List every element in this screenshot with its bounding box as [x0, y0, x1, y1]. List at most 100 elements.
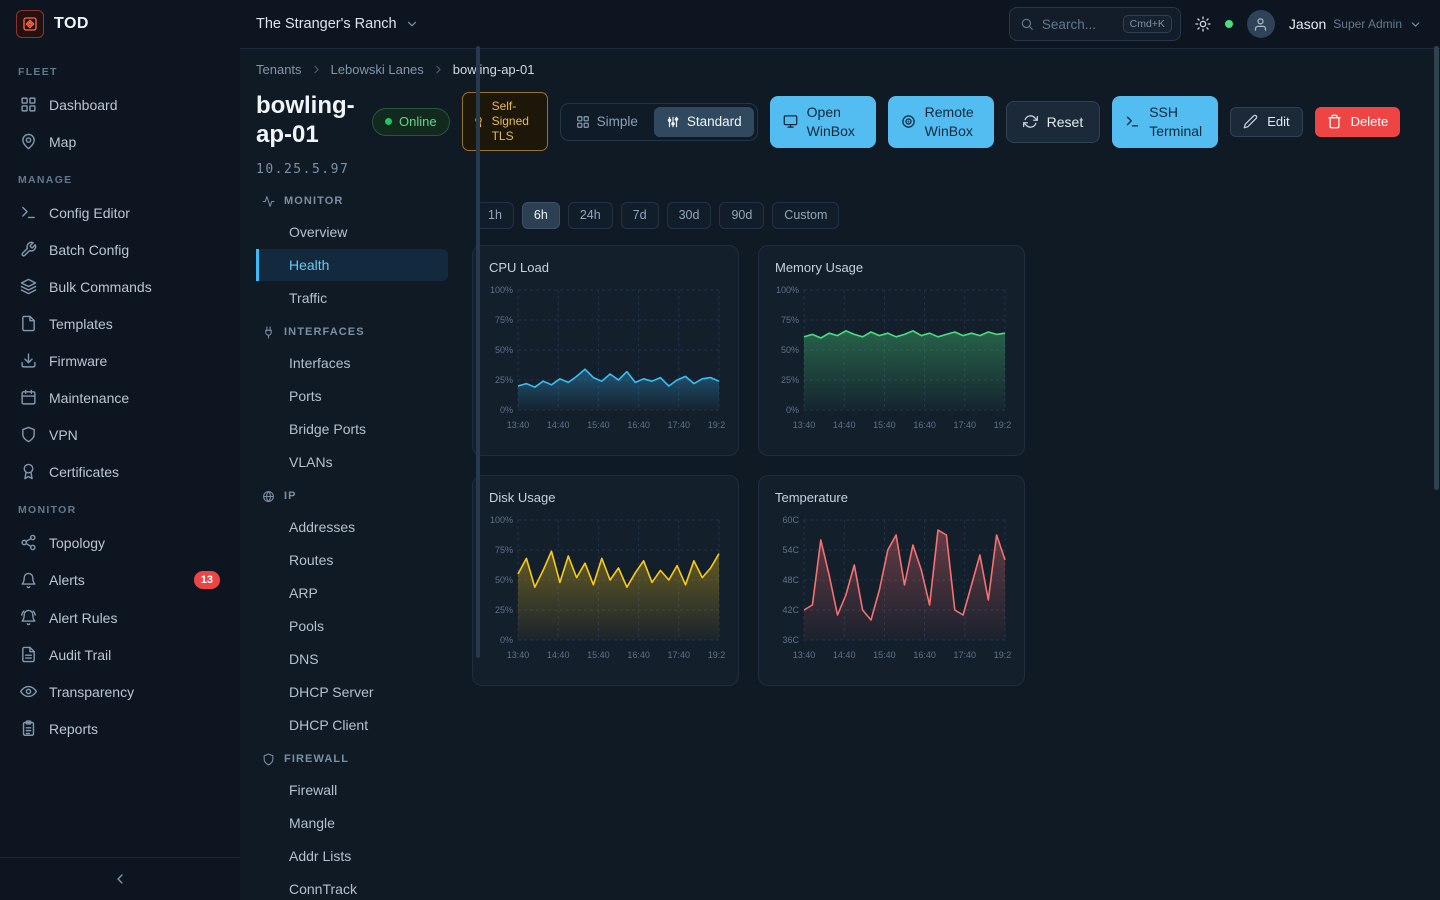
app-name: TOD [54, 15, 89, 33]
sidebar-collapse-button[interactable] [0, 857, 240, 900]
remote-winbox-button[interactable]: Remote WinBox [888, 96, 994, 148]
sidebar-item-alert-rules[interactable]: Alert Rules [12, 599, 228, 636]
map-pin-icon [20, 133, 37, 150]
open-winbox-button[interactable]: Open WinBox [770, 96, 876, 148]
sidebar-item-alerts[interactable]: Alerts 13 [12, 561, 228, 599]
svg-text:15:40: 15:40 [587, 420, 610, 430]
sidebar-item-config-editor[interactable]: Config Editor [12, 194, 228, 231]
sidebar-item-map[interactable]: Map [12, 123, 228, 160]
sidebar-item-label: Alerts [49, 572, 85, 588]
chart-title: Memory Usage [775, 260, 1012, 275]
subnav-item-dhcp-server[interactable]: DHCP Server [256, 676, 448, 708]
subnav-item-dhcp-client[interactable]: DHCP Client [256, 709, 448, 741]
sidebar-item-bulk-commands[interactable]: Bulk Commands [12, 268, 228, 305]
breadcrumb-tenants[interactable]: Tenants [256, 62, 302, 77]
mode-simple-button[interactable]: Simple [564, 107, 650, 137]
breadcrumb-tenant[interactable]: Lebowski Lanes [331, 62, 424, 77]
sidebar-item-maintenance[interactable]: Maintenance [12, 379, 228, 416]
user-menu[interactable]: Jason Super Admin [1289, 16, 1422, 32]
delete-button[interactable]: Delete [1315, 107, 1401, 137]
time-range-custom[interactable]: Custom [772, 202, 839, 229]
time-range-90d[interactable]: 90d [719, 202, 764, 229]
time-range-1h[interactable]: 1h [476, 202, 514, 229]
main-scrollbar[interactable] [1434, 46, 1439, 490]
subnav-section-label: IP [284, 490, 297, 502]
target-icon [901, 114, 916, 129]
grid-icon [20, 96, 37, 113]
subnav-section-monitor: MONITOR Overview Health Traffic [256, 185, 448, 314]
sidebar-item-topology[interactable]: Topology [12, 524, 228, 561]
sidebar-item-reports[interactable]: Reports [12, 710, 228, 747]
certificate-icon [20, 463, 37, 480]
subnav-item-arp[interactable]: ARP [256, 577, 448, 609]
sidebar-item-batch-config[interactable]: Batch Config [12, 231, 228, 268]
charts-grid: CPU Load 13:4014:4015:4016:4017:4019:250… [472, 245, 1025, 686]
time-range-24h[interactable]: 24h [568, 202, 613, 229]
time-range-30d[interactable]: 30d [667, 202, 712, 229]
sidebar-item-certificates[interactable]: Certificates [12, 453, 228, 490]
subnav-item-traffic[interactable]: Traffic [256, 282, 448, 314]
sidebar-scrollbar[interactable] [476, 46, 480, 658]
subnav-item-dns[interactable]: DNS [256, 643, 448, 675]
sidebar-item-vpn[interactable]: VPN [12, 416, 228, 453]
sidebar-item-dashboard[interactable]: Dashboard [12, 86, 228, 123]
plug-icon [262, 326, 275, 339]
subnav-item-mangle[interactable]: Mangle [256, 807, 448, 839]
time-range-6h[interactable]: 6h [522, 202, 560, 229]
search-input[interactable]: Search... Cmd+K [1009, 7, 1181, 41]
subnav-item-routes[interactable]: Routes [256, 544, 448, 576]
subnav-ip-header: IP [256, 480, 448, 510]
subnav-item-health[interactable]: Health [256, 249, 448, 281]
subnav-item-addr-lists[interactable]: Addr Lists [256, 840, 448, 872]
subnav-firewall-header: FIREWALL [256, 743, 448, 773]
pencil-icon [1243, 114, 1258, 129]
subnav-item-ports[interactable]: Ports [256, 380, 448, 412]
subnav-item-conntrack[interactable]: ConnTrack [256, 873, 448, 900]
device-header: bowling-ap-01 10.25.5.97 Online Self-Sig… [256, 92, 1416, 177]
avatar[interactable] [1247, 10, 1275, 38]
status-label: Online [399, 114, 437, 129]
subnav-item-firewall[interactable]: Firewall [256, 774, 448, 806]
sidebar-item-label: Transparency [49, 684, 134, 700]
time-range-7d[interactable]: 7d [621, 202, 659, 229]
svg-text:0%: 0% [786, 405, 799, 415]
sidebar-item-firmware[interactable]: Firmware [12, 342, 228, 379]
svg-text:50%: 50% [495, 345, 513, 355]
subnav-item-pools[interactable]: Pools [256, 610, 448, 642]
reset-button[interactable]: Reset [1006, 101, 1101, 143]
subnav-item-interfaces[interactable]: Interfaces [256, 347, 448, 379]
memory-usage-chart: 13:4014:4015:4016:4017:4019:250%25%50%75… [771, 283, 1012, 440]
subnav-item-overview[interactable]: Overview [256, 216, 448, 248]
sidebar-item-audit-trail[interactable]: Audit Trail [12, 636, 228, 673]
svg-text:100%: 100% [490, 285, 513, 295]
temperature-chart: 13:4014:4015:4016:4017:4019:2536C42C48C5… [771, 513, 1012, 670]
search-placeholder: Search... [1042, 17, 1115, 32]
tenant-selector[interactable]: The Stranger's Ranch [256, 16, 419, 32]
breadcrumb: Tenants Lebowski Lanes bowling-ap-01 [256, 62, 1416, 77]
sliders-icon [666, 115, 680, 129]
sidebar-item-label: Reports [49, 721, 98, 737]
edit-button[interactable]: Edit [1230, 107, 1302, 137]
subnav-item-bridge-ports[interactable]: Bridge Ports [256, 413, 448, 445]
app-root: TOD FLEET Dashboard Map MANAGE Config Ed… [0, 0, 1440, 900]
subnav-section-label: INTERFACES [284, 326, 365, 338]
online-dot [385, 118, 392, 125]
svg-text:14:40: 14:40 [547, 650, 570, 660]
shield-icon [20, 426, 37, 443]
svg-text:15:40: 15:40 [873, 650, 896, 660]
svg-text:17:40: 17:40 [668, 420, 691, 430]
shield-icon [262, 753, 275, 766]
sidebar-item-label: Firmware [49, 353, 107, 369]
mode-standard-button[interactable]: Standard [654, 107, 754, 137]
subnav-item-addresses[interactable]: Addresses [256, 511, 448, 543]
eye-icon [20, 683, 37, 700]
subnav-item-vlans[interactable]: VLANs [256, 446, 448, 478]
sidebar-item-templates[interactable]: Templates [12, 305, 228, 342]
svg-text:48C: 48C [782, 575, 799, 585]
theme-toggle-sun-icon[interactable] [1195, 16, 1211, 32]
sidebar-item-transparency[interactable]: Transparency [12, 673, 228, 710]
svg-text:13:40: 13:40 [793, 650, 816, 660]
svg-text:14:40: 14:40 [833, 420, 856, 430]
ssh-terminal-button[interactable]: SSH Terminal [1112, 96, 1218, 148]
svg-text:19:25: 19:25 [708, 420, 725, 430]
